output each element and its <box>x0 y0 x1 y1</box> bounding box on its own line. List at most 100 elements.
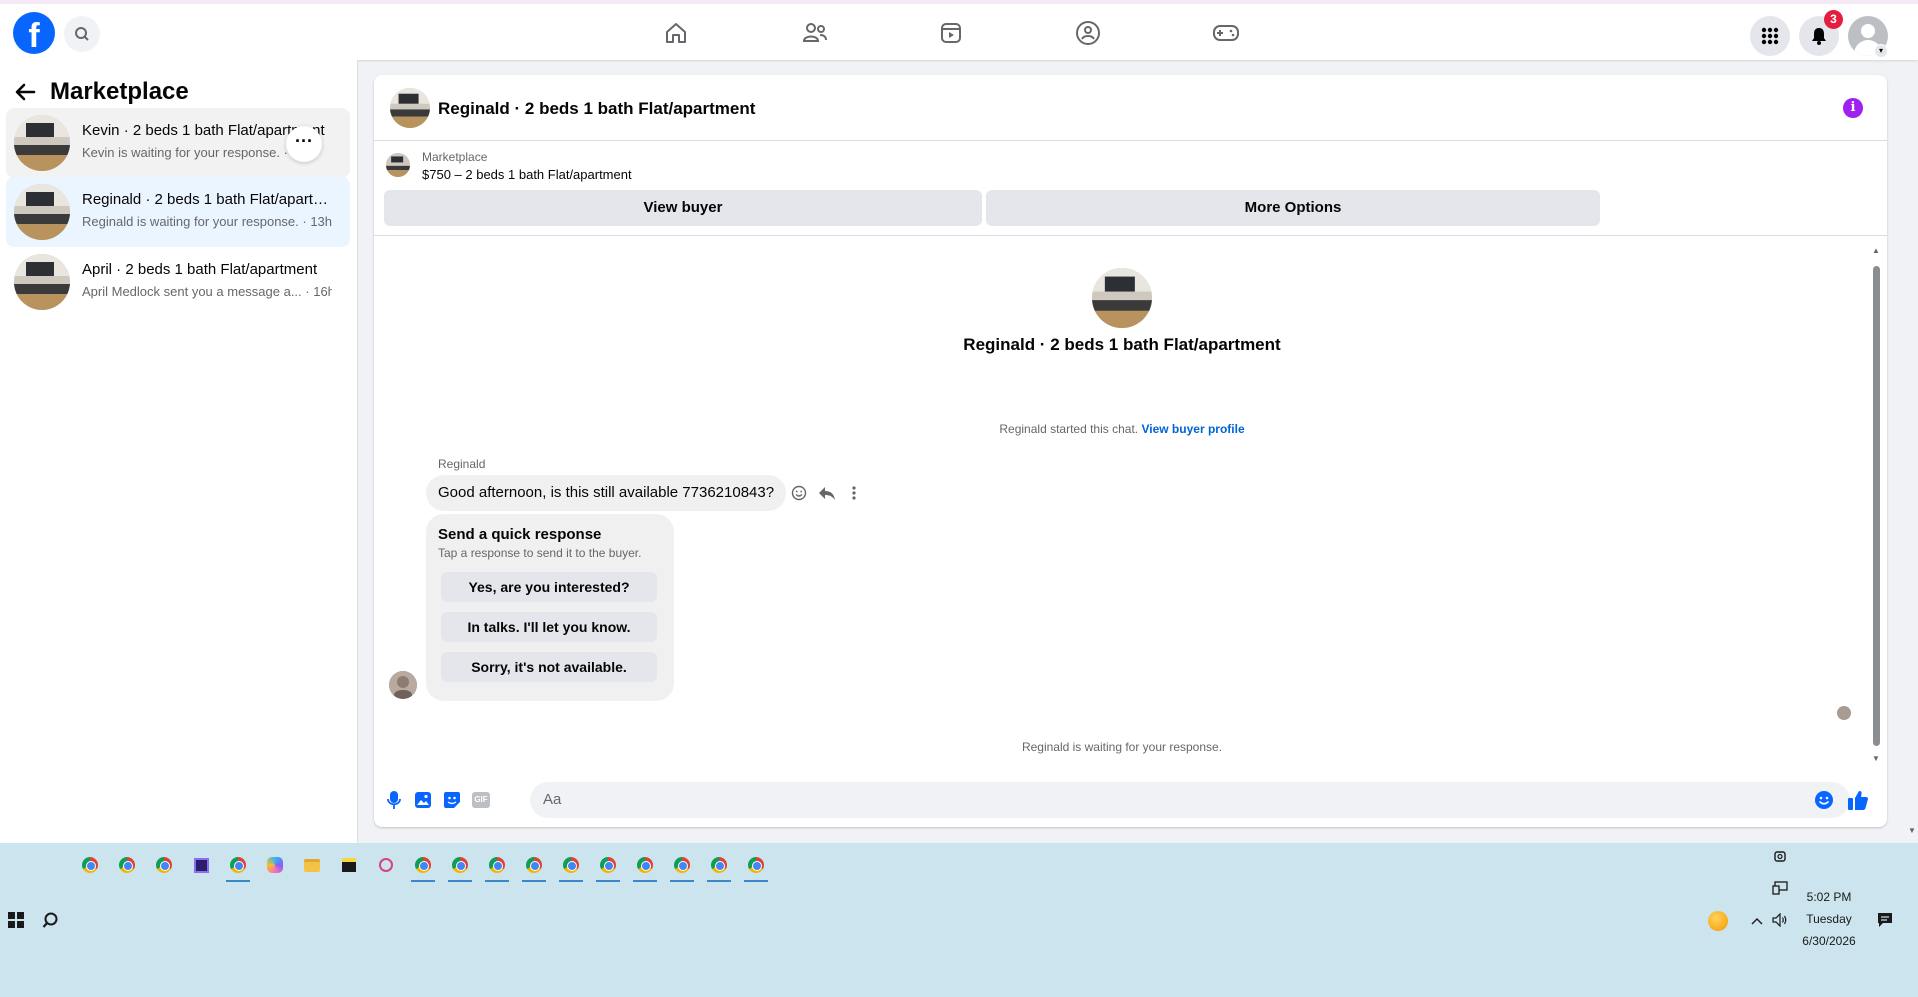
friends-icon <box>802 23 827 42</box>
grid-menu-icon <box>1761 27 1779 45</box>
taskbar-chrome[interactable] <box>594 851 622 882</box>
listing-price-title[interactable]: $750 – 2 beds 1 bath Flat/apartment <box>422 167 632 182</box>
taskbar-chrome[interactable] <box>446 851 474 882</box>
chrome-icon <box>489 857 505 873</box>
quick-response-option[interactable]: Sorry, it's not available. <box>441 652 657 682</box>
page-scroll-down-arrow[interactable]: ▼ <box>1907 826 1917 835</box>
chrome-icon <box>600 857 616 873</box>
view-buyer-button[interactable]: View buyer <box>384 190 982 226</box>
taskbar-chrome[interactable] <box>113 851 141 879</box>
chat-title[interactable]: Reginald · 2 beds 1 bath Flat/apartment <box>438 99 755 119</box>
taskbar-chrome[interactable] <box>76 851 104 879</box>
like-button[interactable] <box>1846 788 1870 812</box>
taskbar-chrome[interactable] <box>224 851 252 882</box>
nav-tab-friends[interactable] <box>800 18 830 48</box>
chat-listing-thumbnail[interactable] <box>390 88 430 128</box>
orange-app-tray-icon[interactable] <box>1708 911 1728 931</box>
taskbar-snipping-tool[interactable] <box>372 851 400 879</box>
emoji-icon <box>1815 791 1833 809</box>
volume-icon[interactable] <box>1771 911 1789 929</box>
video-icon <box>941 23 961 43</box>
info-icon[interactable]: i <box>1843 98 1863 118</box>
chrome-icon <box>452 857 468 873</box>
taskbar-chrome[interactable] <box>409 851 437 882</box>
view-buyer-profile-link[interactable]: View buyer profile <box>1141 422 1244 436</box>
chrome-icon <box>526 857 542 873</box>
taskbar-chrome[interactable] <box>705 851 733 882</box>
taskbar-chrome[interactable] <box>668 851 696 882</box>
emoji-react-icon <box>791 485 807 501</box>
taskbar-file-explorer[interactable] <box>298 851 326 879</box>
chrome-icon <box>119 857 135 873</box>
microphone-icon <box>387 791 401 809</box>
taskbar-app[interactable] <box>187 851 215 879</box>
windows-start-icon[interactable] <box>8 912 24 928</box>
scroll-up-arrow[interactable]: ▲ <box>1871 246 1881 255</box>
conversation-more-button[interactable]: ··· <box>286 126 322 162</box>
clock-time[interactable]: 5:02 PM <box>1797 890 1861 904</box>
marketplace-sidebar: Marketplace Kevin · 2 beds 1 bath Flat/a… <box>0 60 358 843</box>
back-arrow-icon[interactable] <box>14 81 36 103</box>
notification-center-icon[interactable] <box>1876 911 1894 929</box>
bell-icon <box>1812 28 1826 45</box>
marketplace-label: Marketplace <box>422 150 488 164</box>
chevron-down-icon[interactable]: ▾ <box>1874 44 1888 58</box>
nav-tab-gaming[interactable] <box>1211 18 1241 48</box>
message-input[interactable]: Aa <box>530 782 1850 818</box>
more-options-button[interactable]: More Options <box>986 190 1600 226</box>
sender-avatar[interactable] <box>389 671 417 699</box>
taskbar-chrome[interactable] <box>483 851 511 882</box>
attach-photo-button[interactable] <box>411 788 435 812</box>
conversation-item[interactable]: April · 2 beds 1 bath Flat/apartment Apr… <box>6 247 350 317</box>
facebook-logo[interactable]: f <box>13 12 55 54</box>
gif-button[interactable]: GIF <box>469 788 493 812</box>
message-more-button[interactable] <box>844 483 864 503</box>
gif-icon: GIF <box>472 792 490 808</box>
windows-taskbar: 5:02 PM Tuesday 6/30/2026 <box>0 843 1918 997</box>
chat-scrollbar[interactable]: ▲ ▼ <box>1871 246 1881 766</box>
page-scrollbar[interactable]: ▼ <box>1906 60 1918 843</box>
clock-day: Tuesday <box>1806 912 1852 926</box>
search-icon <box>75 27 89 41</box>
sticker-icon <box>444 792 460 808</box>
chrome-icon <box>156 857 172 873</box>
scroll-thumb[interactable] <box>1873 266 1880 746</box>
taskbar-chrome[interactable] <box>150 851 178 879</box>
listing-mini-thumbnail <box>386 153 410 177</box>
message-bubble[interactable]: Good afternoon, is this still available … <box>426 475 787 511</box>
notifications-button[interactable]: 3 <box>1799 10 1843 56</box>
scroll-down-arrow[interactable]: ▼ <box>1871 754 1881 763</box>
chevron-up-icon[interactable] <box>1748 912 1766 930</box>
taskbar-copilot[interactable] <box>261 851 289 879</box>
home-icon <box>666 23 686 43</box>
taskbar-chrome[interactable] <box>742 851 770 882</box>
taskbar-chrome[interactable] <box>631 851 659 882</box>
listing-thumbnail <box>14 115 70 171</box>
conversation-item[interactable]: Reginald · 2 beds 1 bath Flat/apartment … <box>6 177 350 247</box>
react-button[interactable] <box>789 483 809 503</box>
taskbar-chrome[interactable] <box>520 851 548 882</box>
read-receipt-avatar <box>1837 706 1851 720</box>
camera-tray-icon[interactable] <box>1771 848 1789 866</box>
chrome-icon <box>748 857 764 873</box>
taskbar-search-icon[interactable] <box>42 911 62 931</box>
taskbar-sticky-notes[interactable] <box>335 851 363 879</box>
chrome-icon <box>674 857 690 873</box>
chrome-icon <box>415 857 431 873</box>
quick-response-option[interactable]: Yes, are you interested? <box>441 572 657 602</box>
search-button[interactable] <box>64 16 100 52</box>
sticker-button[interactable] <box>440 788 464 812</box>
taskbar-chrome[interactable] <box>557 851 585 882</box>
emoji-button[interactable] <box>1812 788 1836 812</box>
network-tray-icon[interactable] <box>1771 879 1789 897</box>
menu-button[interactable] <box>1750 16 1790 56</box>
quick-response-option[interactable]: In talks. I'll let you know. <box>441 612 657 642</box>
nav-tab-home[interactable] <box>661 18 691 48</box>
conversation-item[interactable]: Kevin · 2 beds 1 bath Flat/apartment Kev… <box>6 108 350 178</box>
nav-tab-video[interactable] <box>936 18 966 48</box>
copilot-icon <box>267 857 283 873</box>
nav-tab-groups[interactable] <box>1073 18 1103 48</box>
conversation-name: Reginald · 2 beds 1 bath Flat/apartment <box>82 191 332 208</box>
voice-clip-button[interactable] <box>382 788 406 812</box>
reply-button[interactable] <box>817 483 837 503</box>
